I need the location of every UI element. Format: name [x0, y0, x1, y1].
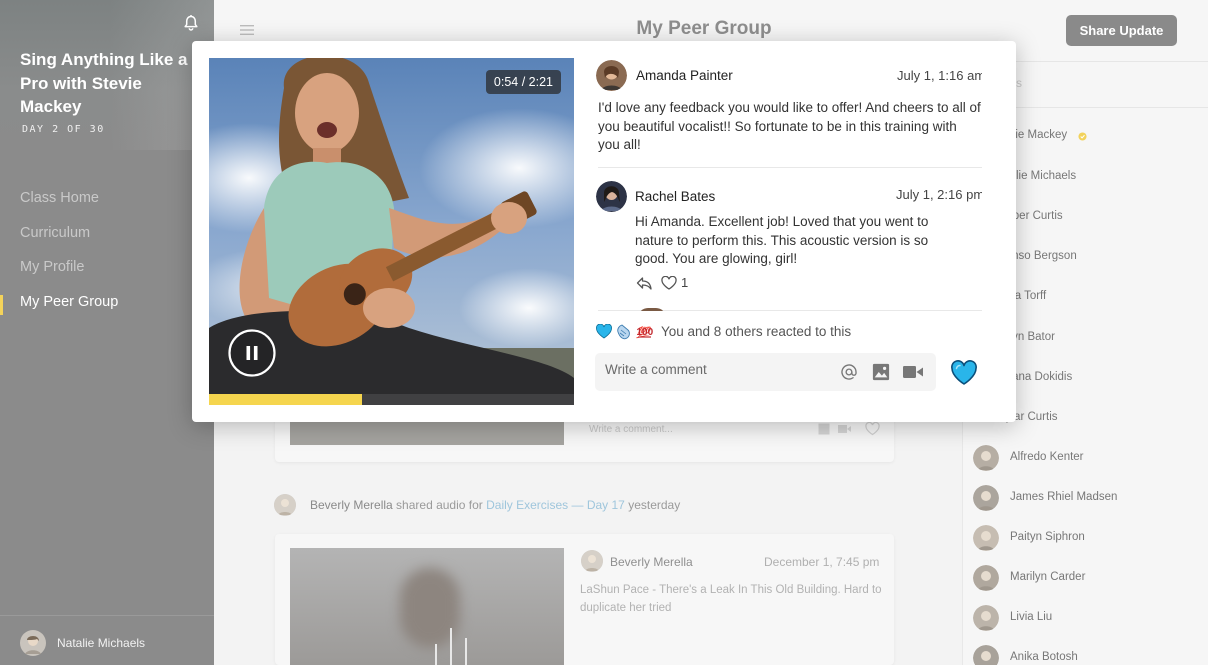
video-player[interactable]: 0:54 / 2:21: [209, 58, 574, 405]
comment-divider: [598, 167, 982, 168]
user-name: Natalie Michaels: [57, 636, 146, 650]
hundred-points-emoji: 💯 100: [636, 326, 654, 339]
clapping-hands-emoji: [617, 324, 630, 340]
member-avatar: [973, 565, 999, 591]
comment-composer: [595, 353, 936, 391]
nav-my-profile[interactable]: My Profile: [0, 253, 214, 288]
activity-line: Beverly Merella shared audio for Daily E…: [310, 498, 680, 512]
comment-author[interactable]: Rachel Bates: [635, 189, 715, 204]
comment-author[interactable]: Amanda Painter: [636, 68, 733, 83]
blue-heart-emoji: [596, 324, 612, 339]
image-icon[interactable]: [871, 363, 891, 381]
member-name: Paityn Siphron: [1010, 531, 1085, 543]
member-row[interactable]: Livia Liu: [973, 604, 1203, 632]
course-title[interactable]: Sing Anything Like a Pro with Stevie Mac…: [20, 48, 190, 119]
bell-icon[interactable]: [182, 14, 200, 32]
member-avatar: [973, 525, 999, 551]
heart-outline-icon[interactable]: [865, 422, 880, 436]
post-time: December 1, 7:45 pm: [764, 555, 880, 569]
member-name: Livia Liu: [1010, 611, 1053, 623]
share-update-button[interactable]: Share Update: [1066, 15, 1177, 46]
activity-link[interactable]: Daily Exercises — Day 17: [486, 498, 625, 512]
member-name: Anika Botosh: [1010, 651, 1078, 663]
reactions-text[interactable]: You and 8 others reacted to this: [661, 324, 851, 339]
member-row[interactable]: Marilyn Carder: [973, 564, 1203, 592]
post-author-avatar: [581, 550, 603, 572]
current-user[interactable]: Natalie Michaels: [0, 615, 214, 665]
activity-time: yesterday: [628, 498, 681, 512]
member-avatar: [973, 645, 999, 665]
member-row[interactable]: James Rhiel Madsen: [973, 484, 1203, 512]
comment-text: Hi Amanda. Excellent job! Loved that you…: [635, 214, 929, 267]
member-avatar: [973, 445, 999, 471]
member-name: Marilyn Carder: [1010, 571, 1086, 583]
heart-outline-icon[interactable]: [661, 276, 677, 290]
feed-card: Beverly Merella December 1, 7:45 pm LaSh…: [275, 534, 894, 665]
sidebar-nav: Class Home Curriculum My Profile My Peer…: [0, 184, 214, 322]
video-progress-bar[interactable]: [209, 394, 574, 405]
activity-avatar: [274, 494, 296, 516]
video-camera-icon[interactable]: [902, 363, 924, 381]
audio-thumbnail[interactable]: [290, 548, 564, 665]
member-avatar: [973, 485, 999, 511]
user-avatar: [20, 630, 46, 656]
day-progress-label: DAY 2 OF 30: [22, 124, 105, 135]
comment-time: July 1, 1:16 am: [897, 68, 982, 83]
post-detail-modal: 0:54 / 2:21 Amanda Painter July 1, 1:16 …: [192, 41, 1016, 422]
nav-curriculum[interactable]: Curriculum: [0, 219, 214, 254]
image-icon[interactable]: [818, 423, 830, 435]
verified-badge-icon: [1078, 132, 1087, 141]
comment-input[interactable]: [605, 362, 830, 377]
comment-avatar-partial: [638, 308, 666, 311]
comment-input-placeholder[interactable]: Write a comment...: [589, 424, 673, 435]
post-text: LaShun Pace - There's a Leak In This Old…: [580, 584, 882, 614]
reply-icon[interactable]: [636, 276, 652, 290]
activity-verb: shared audio for: [396, 498, 483, 512]
member-name: James Rhiel Madsen: [1010, 491, 1118, 503]
comment-text: I'd love any feedback you would like to …: [598, 100, 981, 153]
comment-time: July 1, 2:16 pm: [896, 187, 982, 202]
video-progress-fill: [209, 394, 363, 405]
member-avatar: [973, 605, 999, 631]
video-camera-icon[interactable]: [838, 424, 851, 434]
member-row[interactable]: Anika Botosh: [973, 644, 1203, 665]
member-name: Alfredo Kenter: [1010, 451, 1084, 463]
sidebar: Sing Anything Like a Pro with Stevie Mac…: [0, 0, 214, 665]
video-timecode: 0:54 / 2:21: [485, 70, 561, 94]
comments-thread: Amanda Painter July 1, 1:16 am I'd love …: [596, 58, 982, 311]
nav-my-peer-group[interactable]: My Peer Group: [0, 288, 214, 323]
comment-avatar: [596, 181, 627, 212]
svg-text:100: 100: [637, 327, 654, 338]
pause-icon[interactable]: [228, 329, 276, 377]
member-row[interactable]: Alfredo Kenter: [973, 444, 1203, 472]
activity-user[interactable]: Beverly Merella: [310, 498, 393, 512]
like-count: 1: [681, 275, 689, 290]
member-row[interactable]: Paityn Siphron: [973, 524, 1203, 552]
comment-avatar: [596, 60, 627, 91]
page-title: My Peer Group: [636, 18, 772, 39]
post-author[interactable]: Beverly Merella: [610, 555, 693, 569]
heart-filled-icon[interactable]: [950, 360, 978, 386]
nav-class-home[interactable]: Class Home: [0, 184, 214, 219]
mention-icon[interactable]: [839, 363, 859, 381]
